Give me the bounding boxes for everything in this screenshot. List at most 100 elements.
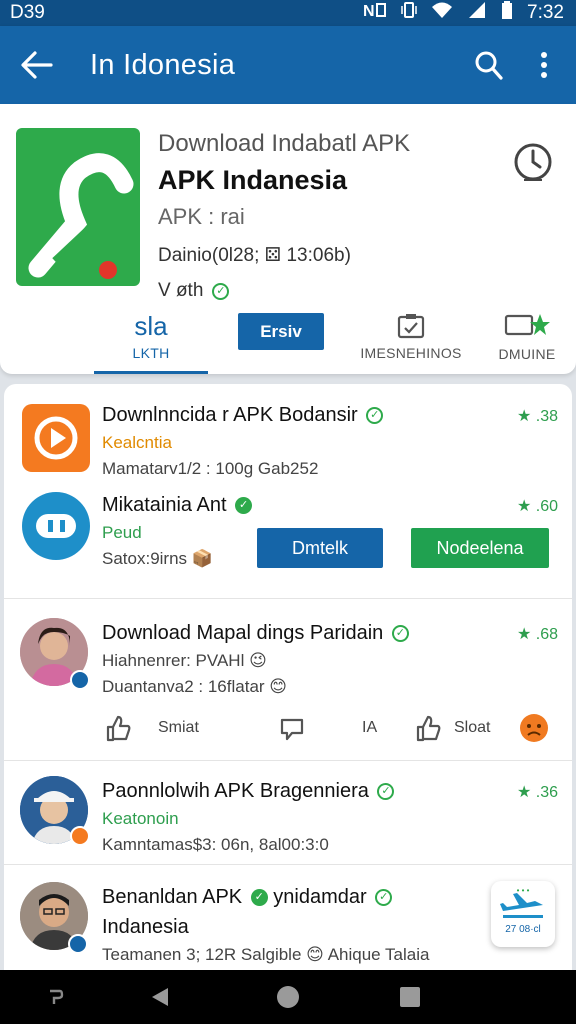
item-actions: Smiat IA Sloat — [4, 710, 572, 746]
divider — [4, 864, 572, 865]
item-title: Download Mapal dings Paridain ✓ — [102, 618, 502, 648]
thumbs-up-icon — [106, 715, 131, 742]
item-rating: ★ .60 — [516, 498, 558, 515]
download-button[interactable]: Dmtelk — [257, 528, 383, 568]
item-title: Paonnlolwih APK Bragenniera ✓ — [102, 776, 502, 806]
comment-icon — [280, 718, 304, 741]
search-icon — [475, 51, 503, 80]
nfc-icon: N — [363, 1, 387, 25]
comment-action[interactable] — [278, 710, 306, 746]
status-left-text: D39 — [10, 2, 45, 23]
item-text: Download Mapal dings Paridain ✓ Hiahnenr… — [102, 618, 502, 700]
app-type: APK : rai — [158, 204, 245, 229]
app-subtitle: Download Indabatl APK — [158, 130, 411, 157]
item-category: Keatonoin — [102, 809, 179, 828]
recents-shortcut-button[interactable] — [26, 970, 86, 1024]
like-label: Smiat — [158, 719, 199, 736]
emoji-icon: 😉 — [249, 651, 267, 670]
chat-app-icon — [22, 492, 90, 560]
triangle-back-icon — [152, 988, 168, 1006]
verified-avatar-badge — [70, 670, 90, 690]
back-nav-button[interactable] — [130, 970, 190, 1024]
emoji-icon: 😊 — [269, 677, 288, 696]
star-folder-icon — [504, 314, 550, 336]
app-logo-icon — [16, 128, 140, 286]
item-rating: ★ .36 — [516, 784, 558, 801]
list-item[interactable]: Benanldan APK ✓ ynidamdar ✓ Indanesia Te… — [4, 880, 572, 984]
status-clock: 7:32 — [527, 2, 564, 23]
tab-ersiv[interactable]: Ersiv — [238, 313, 324, 350]
system-nav-bar — [0, 970, 576, 1024]
item-title: Mikatainia Ant ✓ — [102, 490, 482, 520]
verified-icon: ✓ — [391, 625, 409, 643]
item-title: Benanldan APK ✓ ynidamdar ✓ — [102, 882, 482, 912]
item-text: Downlnncida r APK Bodansir ✓ Kealcntia M… — [102, 400, 482, 482]
more-options-button[interactable] — [516, 26, 572, 104]
verified-icon: ✓ — [235, 497, 253, 515]
history-button[interactable] — [512, 140, 554, 182]
tab-lkth[interactable]: sla LKTH — [94, 300, 208, 374]
tab-lkth-glyph: sla — [134, 311, 168, 341]
item-meta: Duantanva2 : 16flatar 😊 — [102, 677, 288, 696]
item-text: Benanldan APK ✓ ynidamdar ✓ Indanesia Te… — [102, 882, 482, 968]
overview-nav-button[interactable] — [380, 970, 440, 1024]
emoji-icon: 😊 — [306, 945, 324, 964]
tab-imesnehinos-label: IMESNEHINOS — [360, 345, 462, 361]
share-action[interactable]: Sloat — [414, 710, 490, 746]
svg-text:• • •: • • • — [517, 886, 530, 895]
vibrate-icon — [401, 1, 417, 25]
verified-avatar-badge — [70, 826, 90, 846]
app-info: Download Indabatl APK APK Indanesia APK … — [158, 128, 498, 308]
item-meta: Teamanen 3; 12R Salgible 😊 Ahique Talaia — [102, 945, 430, 964]
wifi-icon — [431, 1, 453, 25]
app-header-card: Download Indabatl APK APK Indanesia APK … — [0, 104, 576, 374]
app-list: Downlnncida r APK Bodansir ✓ Kealcntia M… — [4, 384, 572, 984]
play-app-icon — [22, 404, 90, 472]
key-icon — [50, 989, 64, 1004]
page-title: In Idonesia — [90, 48, 236, 81]
home-nav-button[interactable] — [258, 970, 318, 1024]
verified-avatar-badge — [68, 934, 88, 954]
like-action[interactable]: Smiat — [104, 710, 199, 746]
item-title-line2: Indanesia — [102, 916, 189, 938]
item-rating: ★ .38 — [516, 408, 558, 425]
verified-icon: ✓ — [375, 889, 393, 907]
verified-icon: ✓ — [377, 783, 395, 801]
item-category: Kealcntia — [102, 433, 172, 452]
share-label: Sloat — [454, 719, 491, 736]
svg-text:N: N — [363, 3, 375, 19]
count-label: IA — [362, 719, 378, 736]
tab-lkth-label: LKTH — [132, 345, 170, 361]
square-recents-icon — [400, 987, 420, 1007]
status-icons: N 7:32 — [363, 1, 564, 25]
verified-icon: ✓ — [250, 889, 268, 907]
app-bar: In Idonesia — [0, 26, 576, 104]
item-meta: Kamntamas$3: 06n, 8al00:3:0 — [102, 835, 329, 854]
search-button[interactable] — [460, 26, 516, 104]
verified-icon: ✓ — [212, 282, 230, 300]
divider — [4, 598, 572, 599]
airplane-icon: • • • — [500, 886, 543, 918]
item-meta: Mamatarv1/2 : 100g Gab252 — [102, 459, 319, 478]
install-button[interactable]: Nodeelena — [411, 528, 549, 568]
floating-promo-button[interactable]: • • • 27 08·cl — [491, 881, 555, 947]
clock-icon — [514, 143, 552, 181]
list-item[interactable]: Downlnncida r APK Bodansir ✓ Kealcntia M… — [4, 400, 572, 496]
tab-imesnehinos[interactable]: IMESNEHINOS — [352, 300, 470, 374]
angry-face-icon — [520, 714, 548, 742]
home-circle-icon — [277, 986, 299, 1008]
reaction-button[interactable] — [518, 710, 550, 746]
back-button[interactable] — [0, 26, 72, 104]
divider — [4, 760, 572, 761]
battery-icon — [501, 1, 513, 25]
item-text: Paonnlolwih APK Bragenniera ✓ Keatonoin … — [102, 776, 502, 858]
list-item[interactable]: Paonnlolwih APK Bragenniera ✓ Keatonoin … — [4, 774, 572, 860]
item-title: Downlnncida r APK Bodansir ✓ — [102, 400, 482, 430]
item-rating: ★ .68 — [516, 626, 558, 643]
tab-bar: sla LKTH Ersiv IMESNEHINOS DMUINE — [0, 300, 576, 374]
clipboard-check-icon — [397, 314, 425, 339]
item-subtitle: Hiahnenrer: PVAHl 😉 — [102, 651, 267, 670]
verified-icon: ✓ — [366, 407, 384, 425]
tab-dmuine[interactable]: DMUINE — [488, 300, 566, 374]
list-item[interactable]: Download Mapal dings Paridain ✓ Hiahnenr… — [4, 616, 572, 698]
